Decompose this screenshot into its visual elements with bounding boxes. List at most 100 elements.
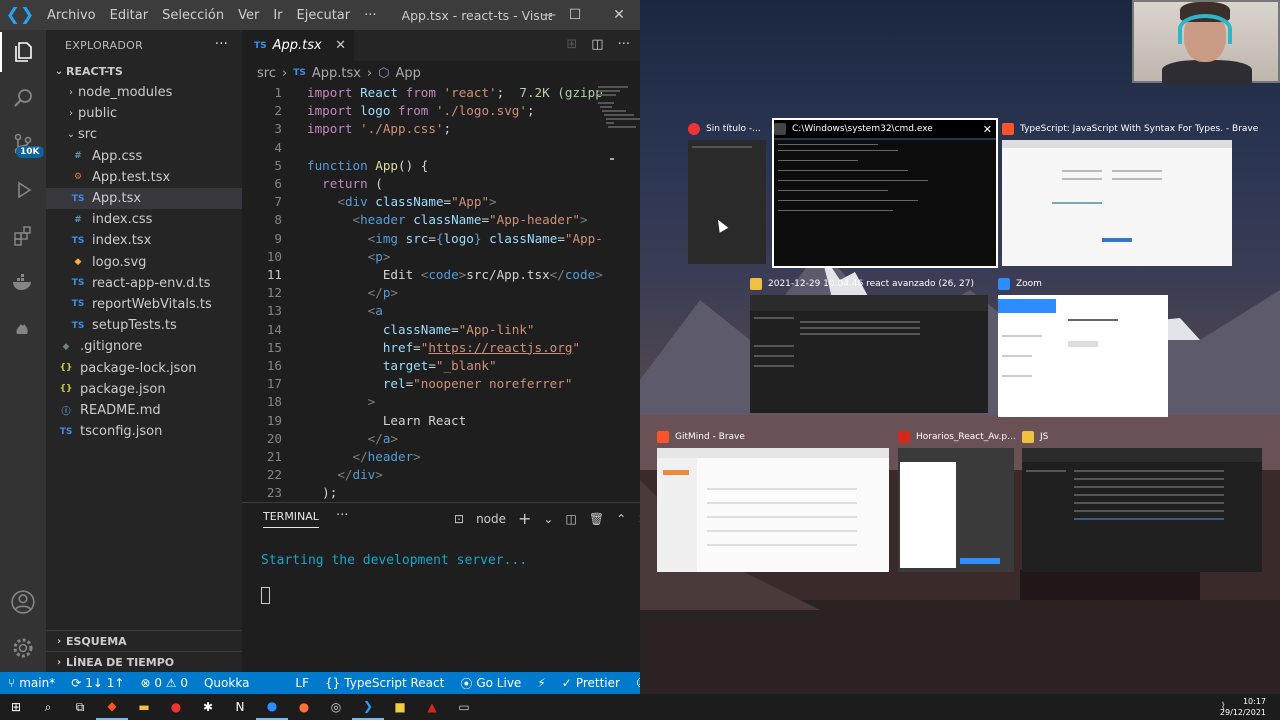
close-window-button[interactable]: ✕ [596, 0, 640, 30]
feedback-icon[interactable]: ☺ [628, 676, 640, 690]
code-line[interactable]: 4 [242, 139, 640, 157]
close-window-icon[interactable]: ✕ [983, 123, 992, 136]
tree-item[interactable]: # App.css [46, 146, 242, 167]
task-view-icon[interactable]: ⧉ [64, 694, 96, 720]
code-line[interactable]: 20 </a> [242, 430, 640, 448]
code-line[interactable]: 5 function App() { [242, 157, 640, 175]
code-line[interactable]: 11 Edit <code>src/App.tsx</code> [242, 266, 640, 284]
timeline-section[interactable]: › LÍNEA DE TIEMPO [46, 651, 242, 672]
breadcrumb-src[interactable]: src [257, 66, 276, 81]
tree-item[interactable]: {} package-lock.json [46, 357, 242, 378]
zoom-icon[interactable]: ● [256, 694, 288, 720]
docker-icon[interactable] [0, 262, 46, 302]
branch-status[interactable]: ⑂ main* [0, 676, 63, 690]
tree-item[interactable]: TS setupTests.ts [46, 315, 242, 336]
slack-icon[interactable]: ✱ [192, 694, 224, 720]
eol-status[interactable]: LF [287, 676, 317, 690]
outline-section[interactable]: › ESQUEMA [46, 630, 242, 651]
close-tab-icon[interactable]: ✕ [335, 38, 346, 53]
go-live-status[interactable]: ⦿ Go Live [452, 675, 529, 692]
window-thumb-react-avanzado[interactable]: 2021-12-29 10.04.46 react avanzado (26, … [750, 275, 988, 415]
notion-icon[interactable]: N [224, 694, 256, 720]
code-line[interactable]: 13 <a [242, 302, 640, 320]
terminal-icon[interactable]: ▭ [448, 694, 480, 720]
account-icon[interactable] [0, 582, 46, 622]
maximize-panel-icon[interactable]: ⌃ [616, 512, 626, 526]
code-editor[interactable]: 1 import React from 'react'; 7.2K (gzipp 2… [242, 84, 640, 500]
windows-start-icon[interactable]: ⊞ [0, 694, 32, 720]
menu-editar[interactable]: Editar [103, 8, 156, 23]
settings-gear-icon[interactable] [0, 628, 46, 668]
acrobat-icon[interactable]: ▲ [416, 694, 448, 720]
code-line[interactable]: 16 target="_blank" [242, 357, 640, 375]
project-root-header[interactable]: ⌄ REACT-TS [46, 60, 242, 82]
tree-item[interactable]: TS index.tsx [46, 230, 242, 251]
new-terminal-icon[interactable]: + [518, 509, 531, 528]
maximize-button[interactable]: ☐ [552, 0, 598, 30]
split-terminal-icon[interactable]: ◫ [565, 512, 576, 526]
github-icon[interactable]: ◎ [320, 694, 352, 720]
code-line[interactable]: 3 import './App.css'; [242, 120, 640, 138]
window-thumb-js-folder[interactable]: JS [1022, 428, 1264, 574]
minimap[interactable] [596, 84, 640, 214]
menu-more[interactable]: ··· [357, 8, 383, 23]
code-line[interactable]: 10 <p> [242, 248, 640, 266]
menu-ejecutar[interactable]: Ejecutar [290, 8, 358, 23]
tree-item[interactable]: ⓘ README.md [46, 400, 242, 421]
code-line[interactable]: 8 <header className="App-header"> [242, 211, 640, 229]
menu-archivo[interactable]: Archivo [40, 8, 103, 23]
panel-more-icon[interactable]: ··· [336, 508, 348, 523]
window-thumb-sin-titulo[interactable]: Sin título -... [688, 120, 768, 266]
code-line[interactable]: 17 rel="noopener noreferrer" [242, 375, 640, 393]
window-thumb-gitmind[interactable]: GitMind - Brave [657, 428, 889, 574]
chrome-icon[interactable]: ● [160, 694, 192, 720]
code-line[interactable]: 9 <img src={logo} className="App- [242, 230, 640, 248]
tree-item[interactable]: ⚙ App.test.tsx [46, 167, 242, 188]
tab-terminal[interactable]: TERMINAL [263, 510, 319, 528]
window-thumb-horarios-pdf[interactable]: Horarios_React_Av.p... [898, 428, 1016, 574]
tree-item[interactable]: # index.css [46, 209, 242, 230]
quokka-status[interactable]: Quokka [196, 676, 257, 690]
window-thumb-typescript-brave[interactable]: TypeScript: JavaScript With Syntax For T… [1002, 120, 1258, 266]
menu-seleccion[interactable]: Selección [155, 8, 231, 23]
breadcrumb-file[interactable]: App.tsx [312, 66, 361, 81]
code-line[interactable]: 21 </header> [242, 448, 640, 466]
explorer-more-icon[interactable]: ··· [215, 36, 228, 52]
tree-item[interactable]: ◆ .gitignore [46, 336, 242, 357]
breadcrumb-symbol[interactable]: App [395, 66, 420, 81]
problems-status[interactable]: ⊗ 0 ⚠ 0 [132, 676, 196, 690]
tree-item[interactable]: {} package.json [46, 379, 242, 400]
explorer-icon[interactable] [0, 32, 46, 72]
menu-ver[interactable]: Ver [231, 8, 266, 23]
sync-status[interactable]: ⟳ 1↓ 1↑ [63, 676, 132, 690]
prettier-status[interactable]: ✓ Prettier [554, 676, 628, 690]
tabnine-icon[interactable]: ⚡ [529, 676, 553, 690]
search-icon[interactable] [0, 78, 46, 118]
code-line[interactable]: 14 className="App-link" [242, 321, 640, 339]
source-control-icon[interactable] [0, 124, 46, 164]
vscode-taskbar-icon[interactable]: ❯ [352, 694, 384, 720]
tree-item[interactable]: › public [46, 103, 242, 124]
brave-icon[interactable]: ◆ [96, 694, 128, 720]
code-line[interactable]: 2 import logo from './logo.svg'; [242, 102, 640, 120]
chevron-down-icon[interactable]: ⌄ [543, 512, 553, 526]
firefox-icon[interactable]: ● [288, 694, 320, 720]
tree-item[interactable]: ⌄ src [46, 124, 242, 145]
sticky-notes-icon[interactable]: ■ [384, 694, 416, 720]
run-debug-icon[interactable] [0, 170, 46, 210]
trash-icon[interactable]: 🗑 [589, 512, 604, 526]
code-line[interactable]: 7 <div className="App"> [242, 193, 640, 211]
code-line[interactable]: 19 Learn React [242, 412, 640, 430]
code-line[interactable]: 12 </p> [242, 284, 640, 302]
file-explorer-icon[interactable]: ▬ [128, 694, 160, 720]
more-actions-icon[interactable]: ··· [618, 37, 630, 52]
terminal-shell-label[interactable]: node [476, 512, 506, 526]
code-line[interactable]: 23 ); [242, 484, 640, 500]
tree-item[interactable]: TS App.tsx [46, 187, 242, 210]
tree-item[interactable]: TS react-app-env.d.ts [46, 273, 242, 294]
split-editor-icon[interactable]: ◫ [591, 37, 603, 52]
code-line[interactable]: 6 return ( [242, 175, 640, 193]
go-live-icon[interactable]: ⊞ [566, 37, 577, 52]
tree-item[interactable]: TS reportWebVitals.ts [46, 294, 242, 315]
extensions-icon[interactable] [0, 216, 46, 256]
